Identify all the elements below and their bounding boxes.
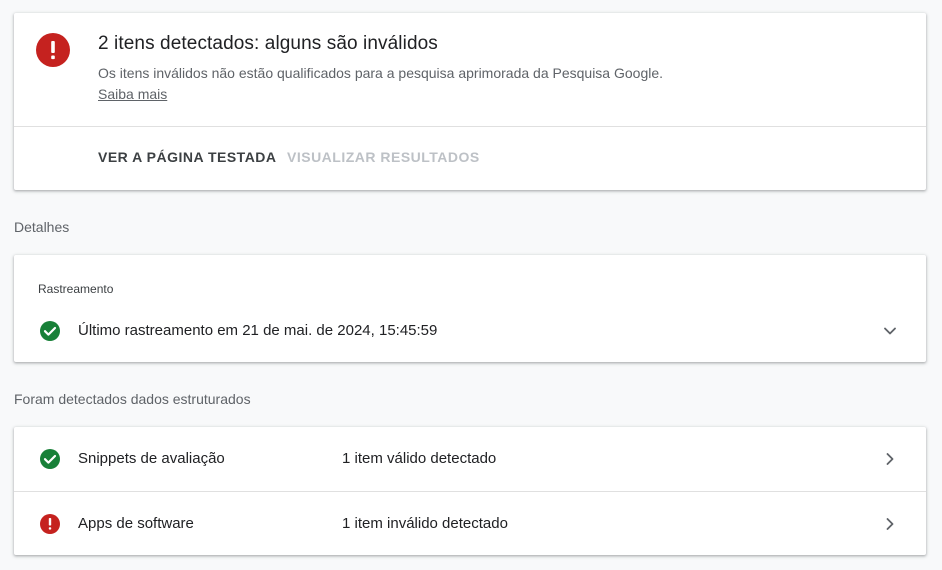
structured-data-heading: Foram detectados dados estruturados bbox=[14, 391, 251, 407]
error-icon bbox=[36, 33, 70, 67]
crawl-row[interactable]: Último rastreamento em 21 de mai. de 202… bbox=[14, 315, 926, 347]
list-item-software-apps[interactable]: Apps de software 1 item inválido detecta… bbox=[14, 491, 926, 556]
last-crawl-text: Último rastreamento em 21 de mai. de 202… bbox=[78, 322, 438, 339]
structured-data-card: Snippets de avaliação 1 item válido dete… bbox=[14, 427, 926, 555]
item-name: Apps de software bbox=[78, 515, 194, 532]
divider bbox=[14, 126, 926, 127]
crawl-label: Rastreamento bbox=[38, 282, 114, 296]
item-name: Snippets de avaliação bbox=[78, 450, 225, 467]
list-item-review-snippets[interactable]: Snippets de avaliação 1 item válido dete… bbox=[14, 427, 926, 491]
summary-title: 2 itens detectados: alguns são inválidos bbox=[98, 33, 438, 54]
item-status: 1 item inválido detectado bbox=[342, 515, 508, 532]
chevron-down-icon[interactable] bbox=[880, 321, 900, 341]
check-circle-icon bbox=[40, 321, 60, 341]
summary-description: Os itens inválidos não estão qualificado… bbox=[98, 63, 678, 105]
chevron-right-icon[interactable] bbox=[880, 514, 900, 534]
check-circle-icon bbox=[40, 449, 60, 469]
details-heading: Detalhes bbox=[14, 219, 70, 235]
view-tested-page-button[interactable]: VER A PÁGINA TESTADA bbox=[98, 149, 277, 165]
item-status: 1 item válido detectado bbox=[342, 450, 497, 467]
error-icon bbox=[40, 514, 60, 534]
learn-more-link[interactable]: Saiba mais bbox=[98, 86, 167, 102]
summary-description-text: Os itens inválidos não estão qualificado… bbox=[98, 65, 664, 81]
crawl-card: Rastreamento Último rastreamento em 21 d… bbox=[14, 255, 926, 362]
view-results-button: VISUALIZAR RESULTADOS bbox=[287, 149, 480, 165]
summary-card: 2 itens detectados: alguns são inválidos… bbox=[14, 13, 926, 190]
chevron-right-icon[interactable] bbox=[880, 449, 900, 469]
